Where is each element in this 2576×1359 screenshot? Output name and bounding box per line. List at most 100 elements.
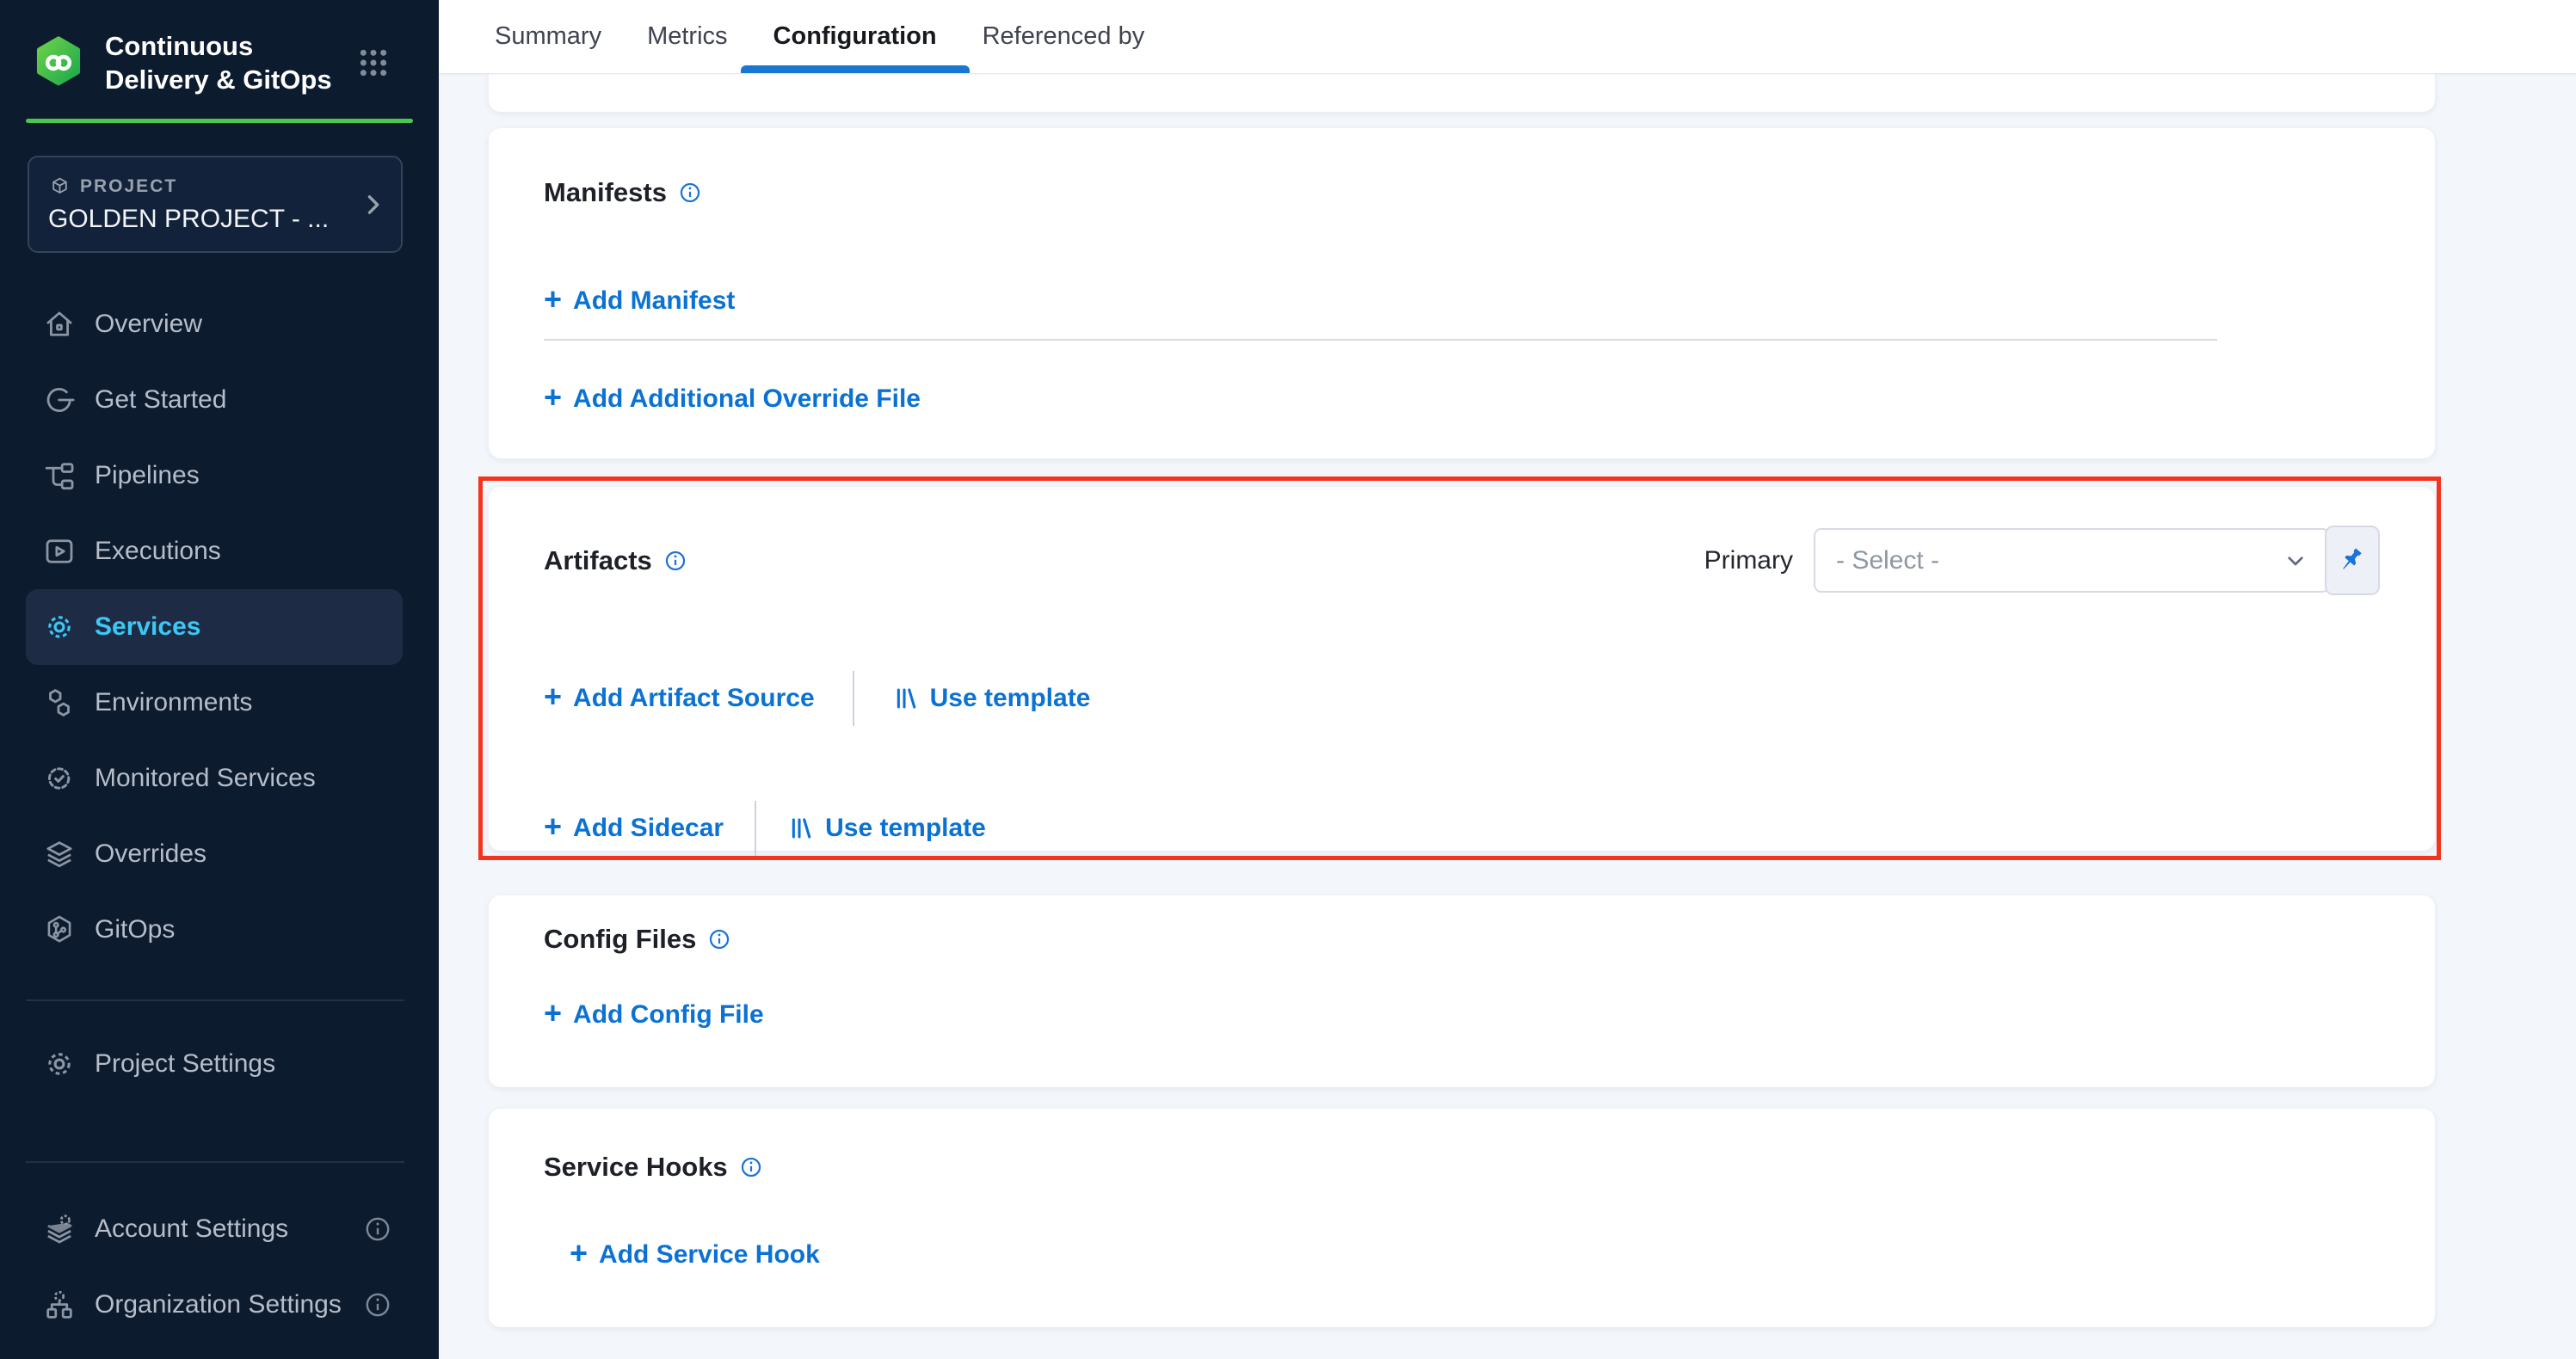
sidebar-item-label: Pipelines (95, 461, 200, 490)
sidebar-item-services[interactable]: Services (26, 589, 403, 665)
sidebar-item-label: Project Settings (95, 1049, 275, 1079)
sidebar-item-gitops[interactable]: GitOps (0, 892, 439, 968)
account-settings-icon (41, 1211, 77, 1247)
service-hooks-section: Service Hooks + Add Service Hook (489, 1109, 2435, 1327)
add-manifest-button[interactable]: + Add Manifest (544, 286, 735, 317)
sidebar-nav-settings: Account Settings Organization Settings (0, 1191, 439, 1343)
use-template-artifact-button[interactable]: Use template (892, 684, 1091, 713)
executions-icon (41, 533, 77, 569)
gitops-icon (41, 912, 77, 948)
pin-icon (2337, 545, 2368, 576)
main-area: Summary Metrics Configuration Referenced… (439, 0, 2576, 1359)
info-icon[interactable] (663, 549, 687, 573)
sidebar-item-label: Executions (95, 537, 221, 566)
primary-artifact-select[interactable]: - Select - (1814, 528, 2330, 593)
sidebar-item-project-settings[interactable]: Project Settings (0, 1026, 439, 1102)
plus-icon: + (544, 284, 562, 315)
project-name: GOLDEN PROJECT - ... (48, 205, 358, 234)
sidebar-item-label: Organization Settings (95, 1290, 342, 1319)
monitored-services-icon (41, 760, 77, 796)
chevron-right-icon (358, 190, 387, 219)
links-divider (755, 801, 756, 856)
sidebar-divider (26, 999, 404, 1001)
tab-metrics[interactable]: Metrics (647, 0, 727, 73)
use-template-sidecar-button[interactable]: Use template (787, 814, 986, 843)
service-tabbar: Summary Metrics Configuration Referenced… (439, 0, 2576, 74)
artifacts-section: Artifacts Primary - Select (489, 487, 2435, 851)
info-icon[interactable] (707, 927, 731, 951)
sidebar-header: Continuous Delivery & GitOps (0, 0, 439, 96)
info-icon[interactable] (363, 1214, 392, 1244)
select-placeholder: - Select - (1836, 546, 1939, 575)
plus-icon: + (544, 681, 562, 712)
sidebar-nav-project-settings: Project Settings (0, 1026, 439, 1102)
tab-configuration[interactable]: Configuration (773, 0, 937, 73)
module-title: Continuous Delivery & GitOps (105, 29, 339, 96)
sidebar-item-label: Environments (95, 688, 252, 717)
service-hooks-title: Service Hooks (544, 1152, 728, 1183)
sidebar-divider (26, 1161, 404, 1163)
sidebar: Continuous Delivery & GitOps PROJECT (0, 0, 439, 1359)
services-gear-icon (41, 609, 77, 645)
sidebar-item-executions[interactable]: Executions (0, 513, 439, 589)
sidebar-item-monitored-services[interactable]: Monitored Services (0, 741, 439, 816)
plus-icon: + (544, 382, 562, 413)
template-library-icon (787, 815, 815, 842)
sidebar-item-organization-settings[interactable]: Organization Settings (0, 1267, 439, 1343)
project-label: PROJECT (80, 176, 177, 197)
sidebar-item-label: GitOps (95, 915, 175, 944)
sidebar-item-account-settings[interactable]: Account Settings (0, 1191, 439, 1267)
add-service-hook-button[interactable]: + Add Service Hook (570, 1239, 820, 1270)
get-started-icon (41, 382, 77, 418)
primary-artifact-label: Primary (1704, 546, 1793, 575)
app-window: Continuous Delivery & GitOps PROJECT (0, 0, 2576, 1359)
plus-icon: + (570, 1238, 588, 1269)
config-files-section: Config Files + Add Config File (489, 895, 2435, 1087)
configuration-content: Manifests + Add Manifest (439, 74, 2576, 1359)
pipelines-icon (41, 458, 77, 494)
config-files-title: Config Files (544, 924, 696, 955)
sidebar-item-label: Get Started (95, 385, 226, 415)
plus-icon: + (544, 811, 562, 842)
add-sidecar-button[interactable]: + Add Sidecar (544, 813, 724, 844)
tab-summary[interactable]: Summary (495, 0, 601, 73)
sidebar-item-label: Services (95, 612, 200, 642)
template-library-icon (892, 685, 920, 712)
add-config-file-button[interactable]: + Add Config File (544, 999, 764, 1030)
manifests-title: Manifests (544, 177, 667, 208)
sidebar-item-label: Overview (95, 310, 202, 339)
module-accent-rule (26, 119, 413, 123)
home-icon (41, 306, 77, 342)
environments-icon (41, 685, 77, 721)
chevron-down-icon (2282, 547, 2309, 575)
sidebar-item-get-started[interactable]: Get Started (0, 362, 439, 438)
annotation-highlight-box: Artifacts Primary - Select (478, 477, 2441, 860)
module-switcher-grid-icon[interactable] (356, 46, 391, 80)
sidebar-item-pipelines[interactable]: Pipelines (0, 438, 439, 513)
info-icon[interactable] (678, 181, 702, 205)
sidebar-item-label: Overrides (95, 839, 206, 869)
sidebar-item-label: Monitored Services (95, 764, 316, 793)
project-cube-icon (48, 175, 71, 199)
sidebar-item-label: Account Settings (95, 1214, 288, 1244)
pin-primary-button[interactable] (2325, 526, 2380, 595)
plus-icon: + (544, 998, 562, 1029)
add-additional-override-file-button[interactable]: + Add Additional Override File (544, 384, 921, 415)
artifacts-title: Artifacts (544, 545, 652, 576)
cd-gitops-module-logo-icon (31, 35, 86, 90)
sidebar-item-overrides[interactable]: Overrides (0, 816, 439, 892)
info-icon[interactable] (363, 1290, 392, 1319)
organization-settings-icon (41, 1287, 77, 1323)
project-selector[interactable]: PROJECT GOLDEN PROJECT - ... (28, 156, 403, 253)
info-icon[interactable] (739, 1155, 763, 1179)
sidebar-nav: Overview Get Started Pip (0, 286, 439, 968)
manifests-divider (544, 339, 2217, 341)
sidebar-item-overview[interactable]: Overview (0, 286, 439, 362)
sidebar-item-environments[interactable]: Environments (0, 665, 439, 741)
add-artifact-source-button[interactable]: + Add Artifact Source (544, 683, 815, 714)
previous-section-card-partial (489, 74, 2435, 112)
manifests-section: Manifests + Add Manifest (489, 128, 2435, 458)
tab-referenced-by[interactable]: Referenced by (983, 0, 1145, 73)
project-settings-gear-icon (41, 1046, 77, 1082)
links-divider (853, 671, 854, 726)
